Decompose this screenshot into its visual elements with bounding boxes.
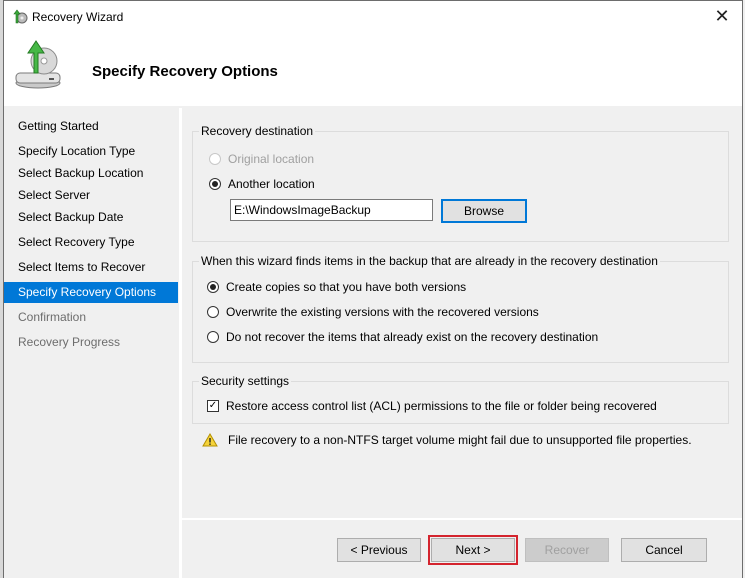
step-select-recovery-type[interactable]: Select Recovery Type [4, 232, 178, 253]
another-location-radio[interactable]: Another location [209, 177, 315, 191]
security-settings-group: Security settings ✓ Restore access contr… [192, 374, 729, 424]
restore-acl-label: Restore access control list (ACL) permis… [226, 399, 657, 413]
radio-indicator [207, 306, 219, 318]
step-confirmation: Confirmation [18, 310, 87, 324]
wizard-steps-sidebar: Getting Started Specify Location Type Se… [4, 108, 179, 578]
destination-path-input[interactable] [230, 199, 433, 221]
radio-indicator [207, 281, 219, 293]
step-select-backup-date[interactable]: Select Backup Date [4, 207, 178, 228]
wizard-header: Specify Recovery Options [4, 33, 742, 106]
create-copies-label: Create copies so that you have both vers… [226, 280, 467, 294]
step-select-backup-location[interactable]: Select Backup Location [4, 163, 178, 184]
browse-button[interactable]: Browse [441, 199, 527, 223]
skip-existing-label: Do not recover the items that already ex… [226, 330, 599, 344]
overwrite-radio[interactable]: Overwrite the existing versions with the… [207, 305, 539, 319]
cancel-button[interactable]: Cancel [621, 538, 707, 562]
step-recovery-progress: Recovery Progress [18, 335, 121, 349]
original-location-radio: Original location [209, 152, 314, 166]
step-getting-started[interactable]: Getting Started [4, 116, 178, 137]
recover-button: Recover [525, 538, 609, 562]
step-specify-location-type[interactable]: Specify Location Type [4, 141, 178, 162]
previous-button[interactable]: < Previous [337, 538, 421, 562]
recovery-wizard-window: Recovery Wizard ✕ Specify Recovery Optio… [3, 0, 743, 578]
radio-indicator [207, 331, 219, 343]
step-specify-recovery-options[interactable]: Specify Recovery Options [4, 282, 178, 303]
original-location-label: Original location [228, 152, 315, 166]
page-title: Specify Recovery Options [92, 63, 278, 80]
another-location-label: Another location [228, 177, 315, 191]
recovery-destination-label: Recovery destination [199, 124, 316, 138]
close-icon: ✕ [714, 6, 730, 26]
footer-divider [182, 518, 742, 520]
next-button[interactable]: Next > [428, 535, 518, 565]
overwrite-label: Overwrite the existing versions with the… [226, 305, 539, 319]
security-settings-label: Security settings [199, 374, 292, 388]
content-panel: Recovery destination Original location A… [182, 108, 742, 518]
backup-wizard-icon [13, 9, 28, 24]
warning-icon [202, 433, 218, 447]
checkbox-indicator: ✓ [207, 400, 219, 412]
skip-existing-radio[interactable]: Do not recover the items that already ex… [207, 330, 598, 344]
warning-text: File recovery to a non-NTFS target volum… [228, 433, 692, 447]
ntfs-warning: File recovery to a non-NTFS target volum… [202, 433, 692, 447]
close-button[interactable]: ✕ [712, 6, 732, 26]
create-copies-radio[interactable]: Create copies so that you have both vers… [207, 280, 466, 294]
conflict-handling-label: When this wizard finds items in the back… [199, 254, 660, 268]
disk-restore-icon [15, 40, 61, 89]
conflict-handling-group: When this wizard finds items in the back… [192, 254, 729, 363]
title-bar: Recovery Wizard ✕ [4, 1, 742, 33]
recovery-destination-group: Recovery destination Original location A… [192, 124, 729, 242]
step-select-items-to-recover[interactable]: Select Items to Recover [4, 257, 178, 278]
window-title: Recovery Wizard [32, 10, 124, 24]
restore-acl-checkbox[interactable]: ✓ Restore access control list (ACL) perm… [207, 399, 657, 413]
radio-indicator [209, 178, 221, 190]
step-select-server[interactable]: Select Server [4, 185, 178, 206]
radio-indicator [209, 153, 221, 165]
check-icon: ✓ [208, 400, 218, 411]
